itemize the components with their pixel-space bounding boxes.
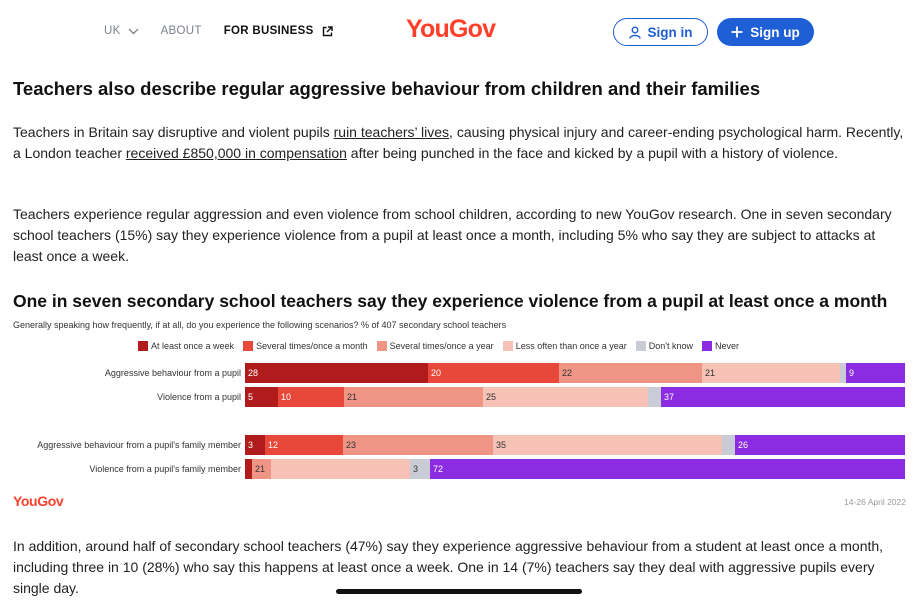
data-label: 72	[433, 464, 444, 474]
data-label: 28	[248, 368, 259, 378]
bar-segment	[428, 363, 559, 383]
bar-row: 5 10 21 25 37	[245, 387, 905, 407]
data-label: 26	[738, 440, 749, 450]
legend-item: Less often than once a year	[502, 341, 627, 351]
data-label: 3	[413, 464, 419, 474]
legend-item: Several times/once a month	[243, 341, 368, 351]
region-label: UK	[104, 25, 121, 37]
data-label: 22	[562, 368, 573, 378]
legend-item: Don't know	[635, 341, 694, 351]
legend-label: At least once a week	[151, 341, 235, 351]
chart-source-logo: YouGov	[13, 493, 64, 509]
about-link[interactable]: ABOUT	[161, 25, 202, 37]
bar-row: 28 20 22 21 9	[245, 363, 905, 383]
chart-legend: At least once a week Several times/once a…	[138, 341, 748, 351]
home-indicator	[336, 589, 582, 594]
legend-item: Several times/once a year	[376, 341, 494, 351]
top-navigation: UK ABOUT FOR BUSINESS YouGov Sign in Sig…	[0, 0, 918, 64]
legend-swatch	[376, 341, 387, 351]
legend-swatch	[635, 341, 646, 351]
section-heading: Teachers also describe regular aggressiv…	[13, 78, 761, 99]
for-business-link[interactable]: FOR BUSINESS	[224, 25, 333, 37]
bar-segment	[702, 363, 840, 383]
legend-item: Never	[702, 341, 739, 351]
data-label: 35	[496, 440, 507, 450]
category-label: Aggressive behaviour from a pupil's fami…	[37, 440, 241, 450]
bar-segment	[661, 387, 905, 407]
yougov-logo[interactable]: YouGov	[406, 15, 496, 44]
legend-label: Never	[715, 341, 740, 351]
data-label: 21	[255, 464, 266, 474]
bar-segment	[846, 363, 905, 383]
sign-up-button[interactable]: Sign up	[717, 18, 814, 46]
bar-segment	[483, 387, 648, 407]
data-label: 23	[346, 440, 357, 450]
user-icon	[628, 26, 641, 39]
data-label: 3	[248, 440, 254, 450]
compensation-link[interactable]: received £850,000 in compensation	[126, 145, 347, 161]
nav-links: UK ABOUT FOR BUSINESS	[104, 25, 333, 37]
paragraph-research: Teachers experience regular aggression a…	[13, 206, 892, 264]
legend-label: Several times/once a year	[389, 341, 494, 351]
category-label: Violence from a pupil	[157, 392, 241, 402]
plus-icon	[731, 26, 743, 38]
sign-in-button[interactable]: Sign in	[613, 18, 708, 46]
bar-segment	[245, 363, 428, 383]
legend-item: At least once a week	[138, 341, 234, 351]
ruin-teachers-lives-link[interactable]: ruin teachers’ lives	[334, 124, 449, 140]
bar-segment	[245, 459, 252, 479]
bar-segment	[343, 435, 493, 455]
bar-row: 3 12 23 35 26	[245, 435, 905, 455]
region-selector[interactable]: UK	[104, 25, 139, 37]
paragraph-intro: Teachers in Britain say disruptive and v…	[13, 122, 908, 164]
data-label: 25	[486, 392, 497, 402]
bar-segment	[430, 459, 905, 479]
bar-segment	[559, 363, 702, 383]
legend-swatch	[502, 341, 513, 351]
data-label: 10	[281, 392, 292, 402]
bar-row: 321372	[245, 459, 905, 479]
bar-segment	[735, 435, 905, 455]
category-label: Aggressive behaviour from a pupil	[104, 368, 241, 378]
data-label: 9	[849, 368, 855, 378]
legend-swatch	[243, 341, 254, 351]
chart-title: One in seven secondary school teachers s…	[13, 291, 888, 311]
data-label: 12	[268, 440, 279, 450]
data-label: 21	[347, 392, 358, 402]
bar-segment	[648, 387, 661, 407]
data-label: 37	[664, 392, 675, 402]
chart-subtitle: Generally speaking how frequently, if at…	[13, 320, 507, 330]
bar-segment	[722, 435, 735, 455]
chart-date: 14-26 April 2022	[844, 497, 906, 507]
paragraph-intro-text-1: Teachers in Britain say disruptive and v…	[13, 124, 334, 140]
sign-up-label: Sign up	[750, 24, 800, 40]
data-label: 21	[705, 368, 716, 378]
legend-label: Don't know	[648, 341, 694, 351]
external-link-icon	[322, 25, 333, 36]
category-label: Violence from a pupil's family member	[89, 464, 241, 474]
legend-swatch	[702, 341, 713, 351]
data-label: 5	[248, 392, 254, 402]
data-label: 20	[431, 368, 442, 378]
legend-label: Several times/once a month	[256, 341, 368, 351]
bar-segment	[493, 435, 722, 455]
legend-label: Less often than once a year	[515, 341, 627, 351]
sign-in-label: Sign in	[647, 24, 693, 40]
for-business-label: FOR BUSINESS	[223, 25, 314, 37]
bar-segment	[344, 387, 483, 407]
legend-swatch	[138, 341, 148, 351]
paragraph-intro-text-3: after being punched in the face and kick…	[346, 145, 839, 161]
chevron-down-icon	[128, 28, 139, 34]
bar-segment	[271, 459, 410, 479]
